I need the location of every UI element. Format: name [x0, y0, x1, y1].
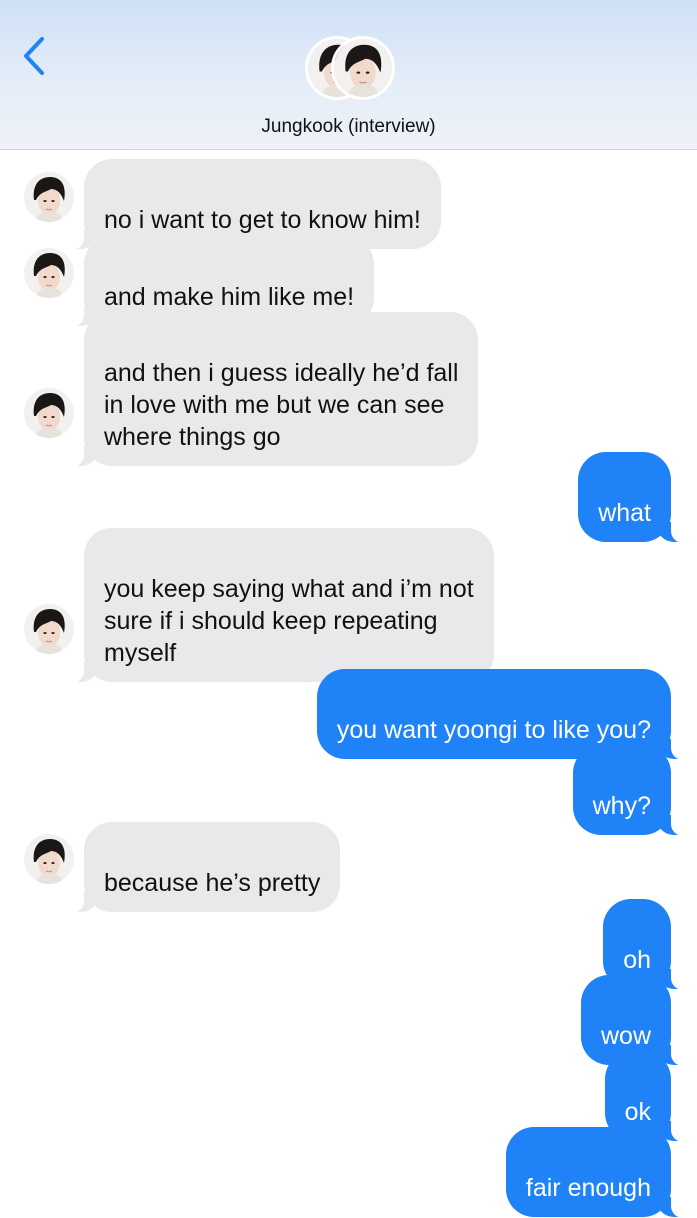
message-text: wow — [600, 1022, 651, 1050]
message-text: because he’s pretty — [104, 869, 321, 897]
contact-avatar — [24, 388, 74, 438]
message-text: you keep saying what and i’m not sure if… — [104, 575, 474, 667]
contact-avatar — [331, 36, 395, 100]
message-thread[interactable]: no i want to get to know him! and make h… — [0, 150, 697, 1218]
back-button[interactable] — [18, 34, 54, 78]
message-text: and then i guess ideally he’d fall in lo… — [104, 359, 459, 451]
outgoing-message-bubble[interactable]: what — [578, 452, 697, 543]
message-text: what — [598, 499, 651, 527]
outgoing-message-bubble[interactable]: fair enough — [505, 1127, 697, 1218]
message-text: no i want to get to know him! — [104, 206, 421, 234]
conversation-header: Jungkook (interview) — [0, 0, 697, 150]
outgoing-message-bubble[interactable]: why? — [572, 745, 697, 836]
contact-avatar — [24, 834, 74, 884]
message-text: ok — [624, 1098, 651, 1126]
message-text: you want yoongi to like you? — [336, 716, 651, 744]
incoming-message-bubble[interactable]: you keep saying what and i’m not sure if… — [58, 528, 494, 683]
message-text: fair enough — [525, 1174, 651, 1202]
message-text: why? — [592, 792, 651, 820]
incoming-message-bubble[interactable]: because he’s pretty — [57, 822, 341, 913]
contact-name[interactable]: Jungkook (interview) — [0, 116, 697, 138]
message-text: and make him like me! — [104, 283, 355, 311]
message-text: oh — [623, 946, 651, 974]
contact-avatar — [24, 248, 74, 298]
chevron-left-icon — [24, 37, 44, 75]
contact-avatar-group[interactable] — [305, 36, 395, 106]
incoming-message-bubble[interactable]: and then i guess ideally he’d fall in lo… — [57, 312, 479, 467]
contact-avatar — [24, 604, 74, 654]
contact-avatar — [24, 172, 74, 222]
